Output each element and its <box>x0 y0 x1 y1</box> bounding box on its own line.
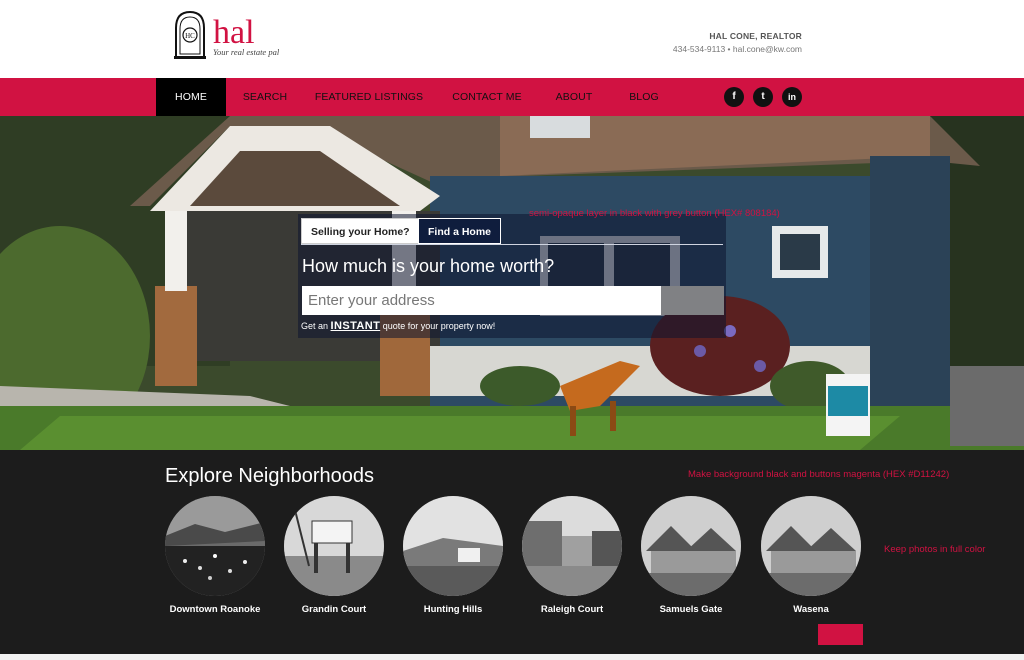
nav-about[interactable]: ABOUT <box>549 78 599 116</box>
nav-featured-listings[interactable]: FEATURED LISTINGS <box>313 78 425 116</box>
neighborhood-wasena[interactable]: Wasena <box>761 496 861 615</box>
more-neighborhoods-button[interactable] <box>818 624 863 645</box>
overlay-annotation: semi-opaque layer in black with grey but… <box>529 208 780 219</box>
twitter-icon[interactable]: t <box>753 87 773 107</box>
neighborhoods-title: Explore Neighborhoods <box>165 465 375 487</box>
tab-find-a-home[interactable]: Find a Home <box>418 218 502 244</box>
home-worth-question: How much is your home worth? <box>302 256 555 276</box>
quote-emphasis: INSTANT <box>330 320 381 332</box>
address-input[interactable] <box>302 286 661 315</box>
background-annotation: Make background black and buttons magent… <box>688 469 950 480</box>
logo[interactable]: HC hal Your real estate pal <box>173 10 283 62</box>
neighborhood-photo <box>522 496 622 596</box>
footer-strip <box>0 654 1024 660</box>
contact-details[interactable]: 434-534-9113 • hal.cone@kw.com <box>673 44 802 54</box>
neighborhood-photo <box>165 496 265 596</box>
nav-search[interactable]: SEARCH <box>236 78 294 116</box>
neighborhood-downtown-roanoke[interactable]: Downtown Roanoke <box>165 496 265 615</box>
tab-selling-your-home[interactable]: Selling your Home? <box>301 218 420 244</box>
nav-home[interactable]: HOME <box>156 78 226 116</box>
neighborhoods-section <box>0 450 1024 654</box>
neighborhood-photo <box>641 496 741 596</box>
neighborhood-photo <box>761 496 861 596</box>
logo-monogram: HC <box>185 32 195 40</box>
neighborhood-hunting-hills[interactable]: Hunting Hills <box>403 496 503 615</box>
logo-name: hal <box>213 14 255 51</box>
nav-blog[interactable]: BLOG <box>622 78 666 116</box>
neighborhood-label: Wasena <box>793 604 829 615</box>
site-header: HC hal Your real estate pal HAL CONE, RE… <box>0 0 1024 78</box>
contact-info: HAL CONE, REALTOR 434-534-9113 • hal.con… <box>673 31 802 54</box>
linkedin-icon[interactable]: in <box>782 87 802 107</box>
quote-prefix: Get an <box>301 321 329 331</box>
neighborhood-samuels-gate[interactable]: Samuels Gate <box>641 496 741 615</box>
tab-divider <box>301 244 723 245</box>
nav-contact-me[interactable]: CONTACT ME <box>447 78 527 116</box>
facebook-icon[interactable]: f <box>724 87 744 107</box>
neighborhood-raleigh-court[interactable]: Raleigh Court <box>522 496 622 615</box>
logo-seal-icon: HC <box>174 10 206 59</box>
photos-annotation: Keep photos in full color <box>884 544 986 555</box>
neighborhood-photo <box>284 496 384 596</box>
address-submit-button[interactable] <box>661 286 724 315</box>
quote-suffix: quote for your property now! <box>382 321 496 331</box>
realtor-name: HAL CONE, REALTOR <box>709 31 802 41</box>
neighborhood-grandin-court[interactable]: Grandin Court <box>284 496 384 615</box>
neighborhood-label: Samuels Gate <box>659 604 723 615</box>
logo-tagline: Your real estate pal <box>213 47 280 57</box>
instant-quote-text: Get an INSTANT quote for your property n… <box>301 320 495 332</box>
neighborhood-photo <box>403 496 503 596</box>
main-nav: HOME SEARCH FEATURED LISTINGS CONTACT ME… <box>0 78 1024 116</box>
